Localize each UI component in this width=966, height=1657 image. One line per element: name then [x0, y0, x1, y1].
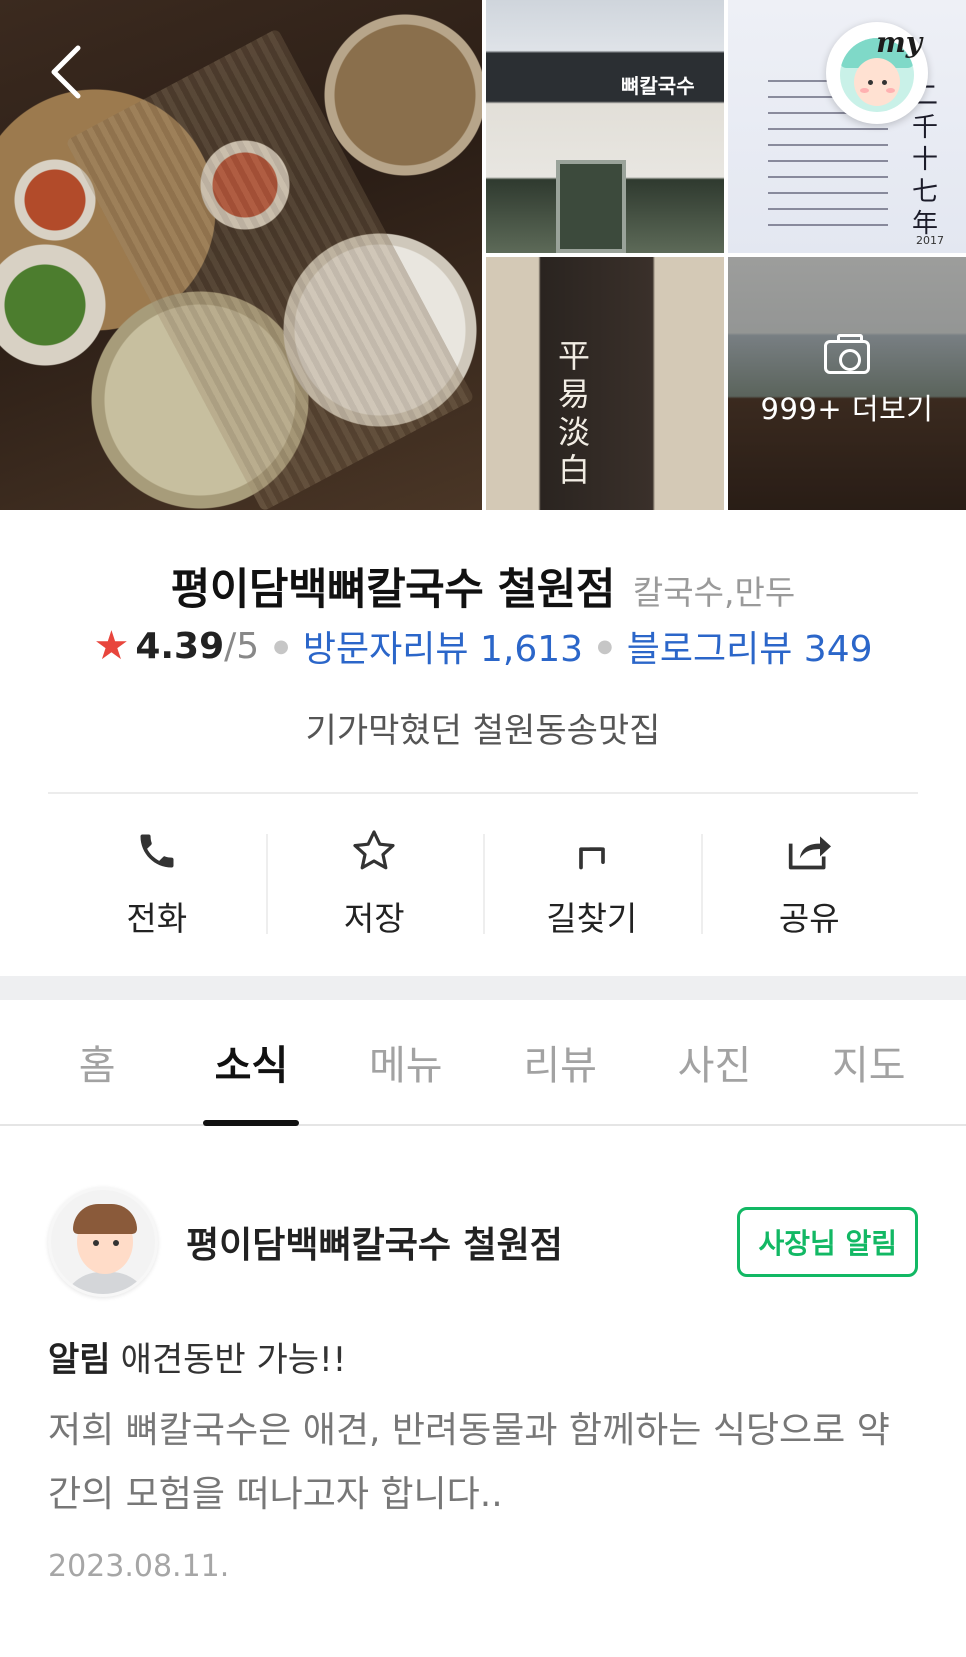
- share-label: 공유: [778, 899, 840, 938]
- call-button[interactable]: 전화: [48, 820, 266, 940]
- owner-name[interactable]: 평이담백뼈칼국수 철원점: [186, 1216, 737, 1268]
- owner-avatar[interactable]: [48, 1187, 158, 1297]
- notice-title: 애견동반 가능!!: [120, 1340, 347, 1380]
- notice-date: 2023.08.11.: [48, 1549, 230, 1584]
- owner-row: 평이담백뼈칼국수 철원점 사장님 알림: [48, 1186, 918, 1298]
- tab-reviews[interactable]: 리뷰: [500, 1000, 620, 1124]
- title-row: 평이담백뼈칼국수 철원점 칼국수,만두: [0, 555, 966, 617]
- wood-sign-photo[interactable]: 平易淡白: [486, 257, 724, 510]
- avatar-eye: [93, 1240, 99, 1246]
- back-button[interactable]: [42, 42, 90, 102]
- owner-notice-badge: 사장님 알림: [737, 1207, 918, 1277]
- poster-year: 2017: [916, 234, 944, 247]
- directions-icon: [578, 847, 605, 870]
- place-tagline: 기가막혔던 철원동송맛집: [305, 711, 661, 751]
- notice-tag: 알림: [48, 1340, 111, 1380]
- avatar-body: [61, 1272, 151, 1294]
- dining-hall-photo[interactable]: 999+ 더보기: [728, 257, 966, 510]
- avatar-cheek: [860, 88, 869, 93]
- table-mat: [65, 28, 475, 510]
- more-photos-button[interactable]: 999+ 더보기: [728, 257, 966, 510]
- directions-label: 길찾기: [546, 899, 638, 938]
- photo-gallery: 뼈칼국수 平易淡白 二千十七年 2017 999+ 더보기: [0, 0, 966, 510]
- separator-dot: ●: [597, 635, 613, 657]
- place-info: 평이담백뼈칼국수 철원점 칼국수,만두 ★ 4.39 /5 ● 방문자리뷰 1,…: [0, 555, 966, 751]
- camera-icon: [824, 333, 870, 374]
- chevron-left-icon: [51, 45, 81, 99]
- share-button[interactable]: 공유: [700, 820, 919, 940]
- tab-home[interactable]: 홈: [37, 1000, 157, 1124]
- star-outline-icon: [353, 830, 395, 870]
- avatar-eye: [882, 80, 887, 85]
- avatar-skin: [854, 58, 900, 106]
- tab-map[interactable]: 지도: [809, 1000, 929, 1124]
- place-category: 칼국수,만두: [632, 573, 796, 612]
- wood-sign-text: 平易淡白: [558, 337, 591, 489]
- owner-notice-card[interactable]: 평이담백뼈칼국수 철원점 사장님 알림 알림 애견동반 가능!! 저희 뼈칼국수은…: [48, 1186, 918, 1584]
- storefront-photo[interactable]: 뼈칼국수: [486, 0, 724, 253]
- share-icon: [789, 836, 832, 870]
- phone-icon: [140, 834, 174, 868]
- separator-dot: ●: [273, 635, 289, 657]
- visitor-reviews-link[interactable]: 방문자리뷰 1,613: [303, 620, 583, 672]
- avatar-hair: [73, 1204, 137, 1234]
- my-label: my: [876, 26, 922, 59]
- rating-score: 4.39: [135, 625, 225, 667]
- section-separator: [0, 976, 966, 1000]
- rating-row: ★ 4.39 /5 ● 방문자리뷰 1,613 ● 블로그리뷰 349: [0, 620, 966, 672]
- rating-star-icon: ★: [93, 623, 130, 669]
- action-bar: 전화 저장 길찾기 공유: [48, 820, 918, 940]
- notice-title-row: 알림 애견동반 가능!!: [48, 1332, 918, 1381]
- save-label: 저장: [343, 899, 405, 938]
- directions-button[interactable]: 길찾기: [483, 820, 701, 940]
- my-profile-button[interactable]: my: [826, 22, 928, 124]
- notice-body: 저희 뼈칼국수은 애견, 반려동물과 함께하는 식당으로 약간의 모험을 떠나고…: [48, 1410, 890, 1515]
- avatar-cheek: [886, 88, 895, 93]
- call-label: 전화: [126, 899, 188, 938]
- rating-max: /5: [224, 625, 260, 667]
- more-photos-label: 999+ 더보기: [760, 391, 934, 426]
- store-sign-text: 뼈칼국수: [621, 74, 695, 98]
- divider: [48, 792, 918, 794]
- tab-menu[interactable]: 메뉴: [346, 1000, 466, 1124]
- save-button[interactable]: 저장: [265, 820, 484, 940]
- tab-photos[interactable]: 사진: [654, 1000, 774, 1124]
- tab-bar: 홈 소식 메뉴 리뷰 사진 지도: [0, 1000, 966, 1126]
- place-name: 평이담백뼈칼국수 철원점: [170, 565, 616, 615]
- avatar-eye: [113, 1240, 119, 1246]
- avatar-eye: [868, 80, 873, 85]
- tab-news[interactable]: 소식: [191, 1000, 311, 1126]
- blog-reviews-link[interactable]: 블로그리뷰 349: [627, 620, 873, 672]
- store-door: [556, 160, 626, 253]
